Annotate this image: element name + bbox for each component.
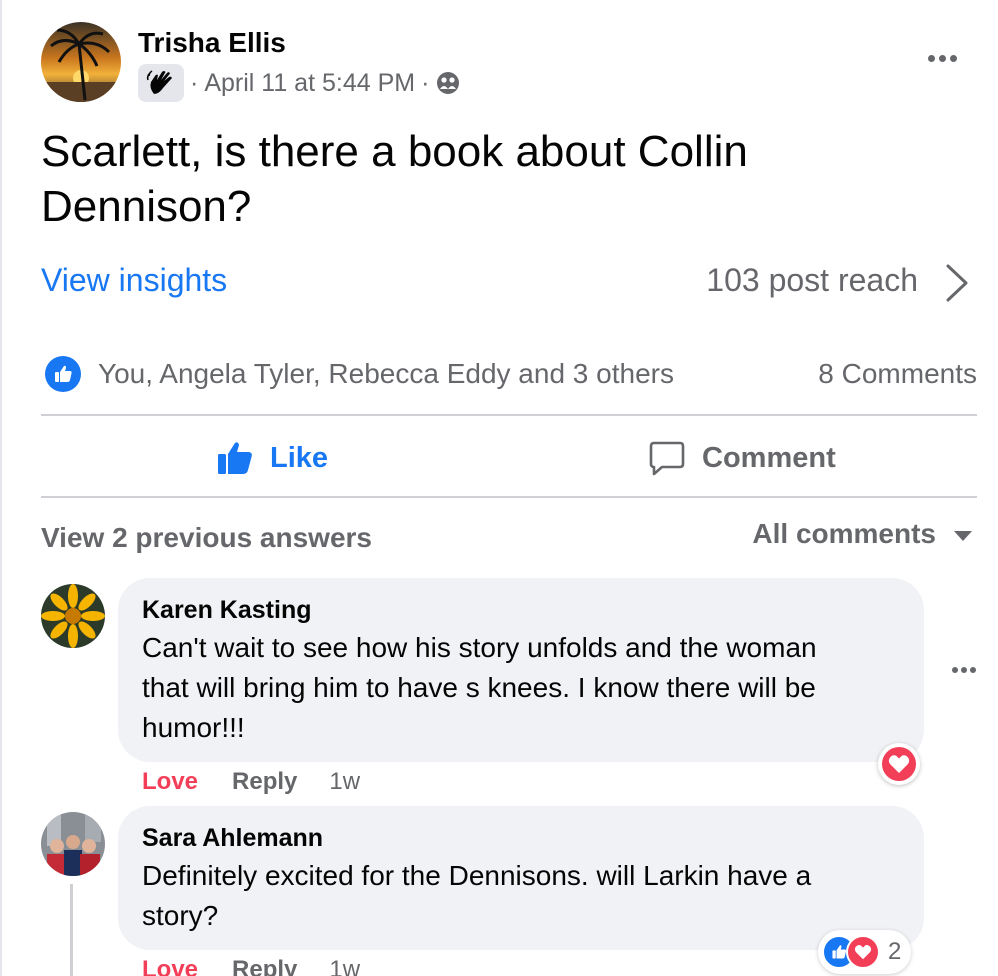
meta-separator: · [421,68,430,97]
divider [41,496,977,498]
comment-text-line: that will bring him to have s knees. I k… [142,672,816,703]
view-insights-link[interactable]: View insights [41,262,227,299]
comment-button[interactable]: Comment [648,436,836,480]
comment-text-line: Can't wait to see how his story unfolds … [142,632,817,663]
comment-time[interactable]: 1w [329,956,360,976]
reaction-count: 2 [888,938,902,965]
post-options-icon[interactable] [920,44,964,72]
comment-text-line: humor!!! [142,712,245,743]
love-reaction-badge[interactable] [878,743,920,785]
commenter-avatar[interactable] [41,584,105,648]
group-members-icon [437,72,460,94]
reactions-summary-row: You, Angela Tyler, Rebecca Eddy and 3 ot… [41,352,977,396]
commenter-name[interactable]: Karen Kasting [142,596,311,625]
comment-time[interactable]: 1w [329,768,360,796]
comment-icon [649,441,685,476]
love-reaction-link[interactable]: Love [142,768,198,796]
reactors-list[interactable]: You, Angela Tyler, Rebecca Eddy and 3 ot… [98,358,674,390]
meta-separator: · [190,68,199,97]
post-reach[interactable]: 103 post reach [706,262,918,299]
reply-link[interactable]: Reply [232,768,297,796]
reply-thread-line [70,884,73,976]
thumbs-up-icon [218,442,252,474]
author-avatar[interactable] [41,22,121,102]
comment-actions: Love Reply 1w [142,768,360,796]
commenter-avatar[interactable] [41,812,105,876]
comment-count[interactable]: 8 Comments [818,358,977,390]
comment-text-line: Definitely excited for the Dennisons. wi… [142,860,812,891]
comment-actions: Love Reply 1w [142,956,360,976]
post-text: Scarlett, is there a book about Collin D… [41,127,748,231]
caret-down-icon [954,531,972,541]
author-name[interactable]: Trisha Ellis [138,27,286,59]
post-timestamp[interactable]: April 11 at 5:44 PM [204,69,415,98]
post-card: Trisha Ellis · April 11 at 5:44 PM · Sca… [0,0,998,976]
heart-icon [846,935,880,969]
comment-text-line: story? [142,900,219,931]
chevron-right-icon[interactable] [944,262,970,304]
comment-reactions-badge[interactable]: 2 [818,930,912,974]
love-reaction-link[interactable]: Love [142,956,198,976]
waving-hand-icon [138,64,184,102]
comment-sort-dropdown[interactable]: All comments [752,518,972,550]
post-meta: · April 11 at 5:44 PM · [138,64,461,102]
view-previous-comments-link[interactable]: View 2 previous answers [41,522,372,554]
like-button[interactable]: Like [216,436,328,480]
heart-icon [888,755,910,773]
reply-link[interactable]: Reply [232,956,297,976]
comment-options-icon[interactable] [946,660,982,680]
commenter-name[interactable]: Sara Ahlemann [142,824,323,853]
divider [41,414,977,416]
like-reaction-icon [45,356,81,392]
